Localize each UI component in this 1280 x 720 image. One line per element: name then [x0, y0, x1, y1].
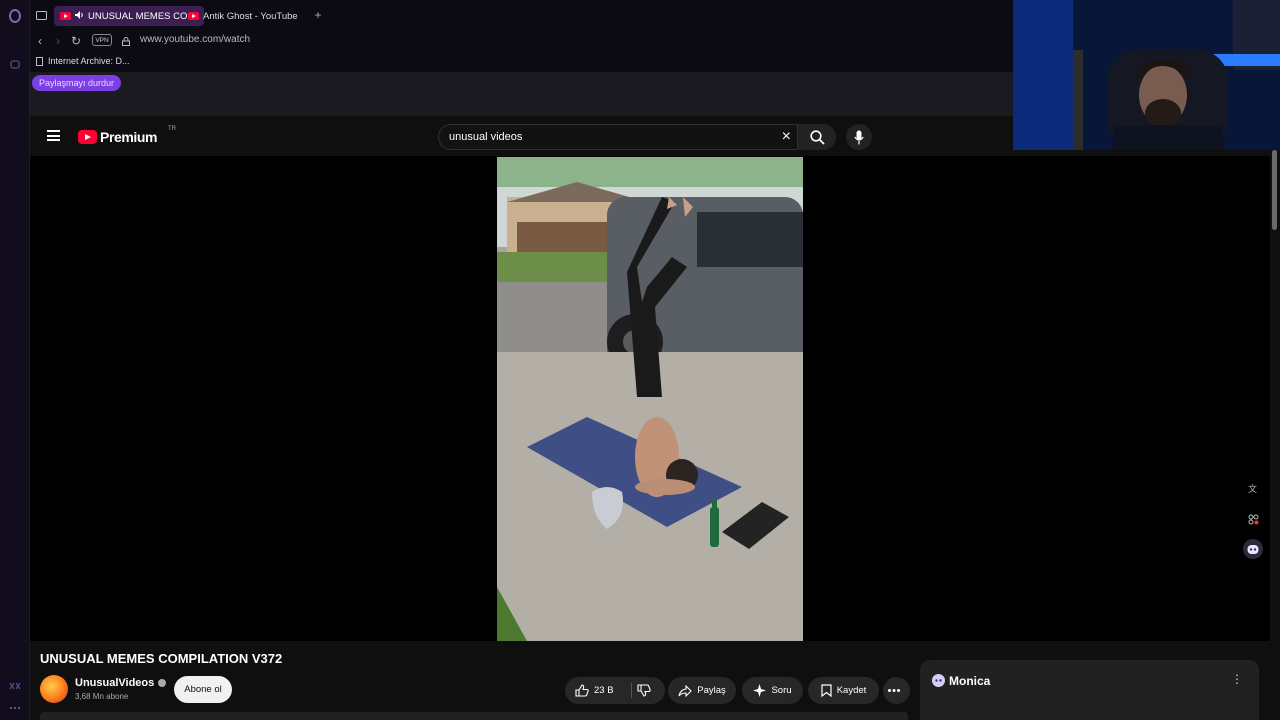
- bookmark-label: Internet Archive: D...: [48, 56, 130, 66]
- video-content-image: [497, 157, 803, 641]
- kebab-menu-icon[interactable]: ⋮: [1231, 672, 1243, 686]
- like-count: 23 B: [594, 685, 614, 696]
- like-button[interactable]: 23 B: [575, 677, 614, 704]
- monica-logo-icon: [932, 674, 945, 687]
- hamburger-menu-icon[interactable]: [47, 130, 60, 141]
- ask-button[interactable]: Soru: [742, 677, 803, 704]
- bookmark-icon: [821, 684, 832, 697]
- youtube-favicon-icon: [188, 12, 199, 20]
- svg-text:文: 文: [1248, 483, 1257, 494]
- document-icon: [36, 56, 43, 66]
- more-horizontal-icon: [888, 689, 900, 692]
- vpn-badge[interactable]: VPN: [92, 34, 112, 46]
- channel-name-text: UnusualVideos: [75, 677, 155, 689]
- webcam-image: [1013, 0, 1280, 150]
- more-icon[interactable]: [7, 700, 23, 716]
- youtube-favicon-icon: [60, 12, 71, 20]
- ask-label: Soru: [771, 685, 792, 696]
- tab-title: UNUSUAL MEMES CO: [88, 10, 188, 22]
- stop-sharing-button[interactable]: Paylaşmayı durdur: [32, 75, 122, 91]
- aria-icon[interactable]: [7, 56, 23, 72]
- search-box[interactable]: unusual videos ×: [438, 124, 798, 150]
- logo-text: Premium: [100, 129, 158, 145]
- browser-sidebar: [0, 0, 30, 720]
- apps-icon[interactable]: [1243, 509, 1263, 529]
- twitch-extension-icon[interactable]: [7, 678, 23, 694]
- tab-antik-ghost[interactable]: Antik Ghost - YouTube: [182, 6, 312, 26]
- forward-button[interactable]: ›: [50, 33, 66, 49]
- page-scrollbar[interactable]: [1271, 150, 1279, 720]
- channel-name[interactable]: UnusualVideos: [75, 677, 167, 689]
- reload-button[interactable]: ↻: [68, 33, 84, 49]
- translate-icon[interactable]: 文: [1243, 478, 1263, 498]
- tab-overview-icon[interactable]: [33, 7, 49, 23]
- microphone-icon: [854, 130, 864, 144]
- save-button[interactable]: Kaydet: [808, 677, 879, 704]
- bookmark-internet-archive[interactable]: Internet Archive: D...: [36, 56, 130, 66]
- video-player[interactable]: [30, 156, 1270, 641]
- sparkle-icon: [753, 684, 767, 697]
- url-field[interactable]: www.youtube.com/watch: [140, 34, 250, 45]
- thumbs-up-icon: [575, 684, 589, 697]
- monica-panel: Monica ⋮: [920, 660, 1259, 720]
- voice-search-button[interactable]: [846, 124, 872, 150]
- back-button[interactable]: ‹: [32, 33, 48, 49]
- share-icon: [678, 684, 693, 697]
- opera-logo-icon[interactable]: [7, 8, 23, 24]
- like-divider: [631, 683, 632, 698]
- tab-title: Antik Ghost - YouTube: [203, 10, 298, 22]
- clear-search-icon[interactable]: ×: [782, 128, 791, 146]
- video-title: UNUSUAL MEMES COMPILATION V372: [40, 651, 283, 666]
- webcam-overlay: [1013, 0, 1280, 150]
- share-label: Paylaş: [697, 685, 726, 696]
- monica-title: Monica: [949, 674, 991, 688]
- like-dislike-group: 23 B: [565, 677, 665, 704]
- verified-badge-icon: [158, 679, 167, 687]
- description-box[interactable]: [40, 712, 908, 720]
- search-button[interactable]: [798, 124, 836, 150]
- subscribe-button[interactable]: Abone ol: [174, 676, 232, 703]
- channel-avatar[interactable]: [40, 675, 68, 703]
- subscriber-count: 3,68 Mn abone: [75, 692, 129, 701]
- search-input[interactable]: unusual videos: [449, 131, 522, 143]
- youtube-logo-icon: [78, 130, 97, 144]
- lock-icon[interactable]: [118, 33, 134, 49]
- speaker-icon[interactable]: [75, 10, 84, 22]
- thumbs-down-icon: [637, 684, 651, 697]
- scrollbar-thumb[interactable]: [1272, 150, 1277, 230]
- more-actions-button[interactable]: [883, 677, 910, 704]
- share-button[interactable]: Paylaş: [668, 677, 736, 704]
- dislike-button[interactable]: [637, 684, 656, 700]
- region-code: TR: [168, 126, 176, 132]
- video-frame[interactable]: [497, 157, 803, 641]
- monica-assistant-icon[interactable]: [1243, 539, 1263, 559]
- youtube-premium-logo[interactable]: Premium TR: [78, 126, 176, 145]
- save-label: Kaydet: [836, 685, 867, 696]
- new-tab-button[interactable]: +: [310, 7, 326, 23]
- search-icon: [809, 129, 825, 145]
